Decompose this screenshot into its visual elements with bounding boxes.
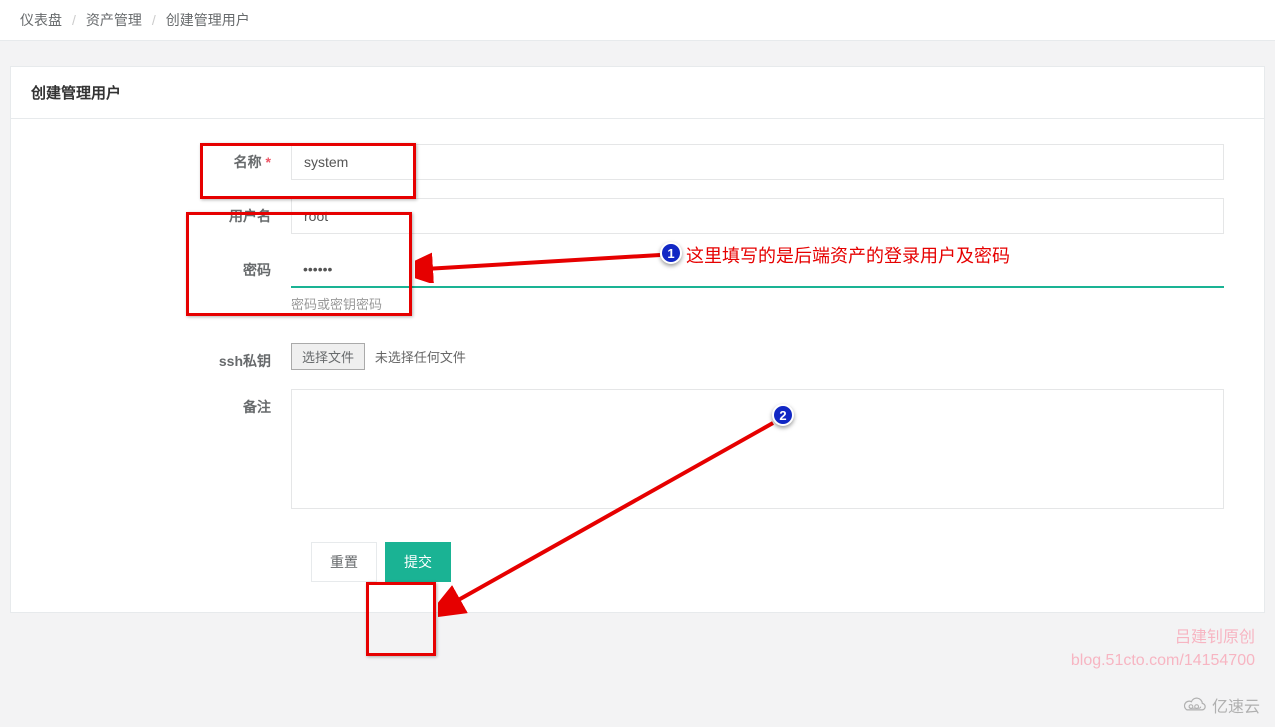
watermark-author: 吕建钊原创 blog.51cto.com/14154700	[1071, 627, 1255, 672]
marker-1: 1	[660, 242, 682, 264]
breadcrumb: 仪表盘 / 资产管理 / 创建管理用户	[0, 0, 1275, 41]
password-label: 密码	[31, 252, 291, 280]
username-input[interactable]	[291, 198, 1224, 234]
breadcrumb-sep: /	[152, 12, 156, 28]
reset-button[interactable]: 重置	[311, 542, 377, 582]
breadcrumb-sep: /	[72, 12, 76, 28]
remark-label: 备注	[31, 389, 291, 417]
password-help: 密码或密钥密码	[291, 294, 1224, 313]
annotation-text-1: 这里填写的是后端资产的登录用户及密码	[686, 242, 1010, 268]
username-label: 用户名	[31, 198, 291, 226]
watermark-site-text: 亿速云	[1212, 693, 1260, 717]
remark-textarea[interactable]	[291, 389, 1224, 509]
breadcrumb-current: 创建管理用户	[166, 10, 250, 30]
name-label: 名称	[31, 144, 291, 172]
file-status-text: 未选择任何文件	[375, 350, 466, 365]
watermark-author-line2: blog.51cto.com/14154700	[1071, 650, 1255, 672]
form-panel: 创建管理用户 名称 用户名 密码 密码或密钥密码	[10, 66, 1265, 613]
panel-title: 创建管理用户	[11, 67, 1264, 119]
watermark-author-line1: 吕建钊原创	[1071, 627, 1255, 649]
cloud-icon	[1182, 695, 1208, 715]
breadcrumb-asset-mgmt[interactable]: 资产管理	[86, 10, 142, 30]
watermark-site: 亿速云	[1182, 693, 1260, 717]
marker-2: 2	[772, 404, 794, 426]
sshkey-label: ssh私钥	[31, 343, 291, 371]
breadcrumb-dashboard[interactable]: 仪表盘	[20, 10, 62, 30]
file-choose-button[interactable]: 选择文件	[291, 343, 365, 370]
submit-button[interactable]: 提交	[385, 542, 451, 582]
name-input[interactable]	[291, 144, 1224, 180]
